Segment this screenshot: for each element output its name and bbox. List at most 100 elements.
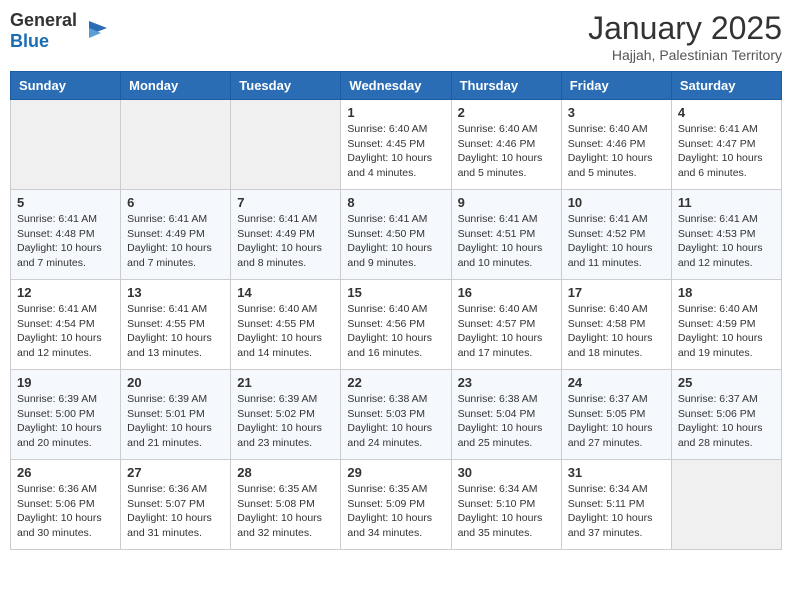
day-number: 12 [17, 285, 114, 300]
calendar-cell: 22 Sunrise: 6:38 AM Sunset: 5:03 PM Dayli… [341, 370, 451, 460]
calendar-cell: 14 Sunrise: 6:40 AM Sunset: 4:55 PM Dayli… [231, 280, 341, 370]
day-number: 30 [458, 465, 555, 480]
weekday-header-tuesday: Tuesday [231, 72, 341, 100]
day-info: Sunrise: 6:41 AM Sunset: 4:50 PM Dayligh… [347, 212, 444, 271]
day-info: Sunrise: 6:35 AM Sunset: 5:09 PM Dayligh… [347, 482, 444, 541]
calendar-cell: 11 Sunrise: 6:41 AM Sunset: 4:53 PM Dayli… [671, 190, 781, 280]
calendar-cell: 3 Sunrise: 6:40 AM Sunset: 4:46 PM Daylig… [561, 100, 671, 190]
calendar-cell: 7Sunrise: 6:41 AM Sunset: 4:49 PM Daylig… [231, 190, 341, 280]
calendar-cell: 29 Sunrise: 6:35 AM Sunset: 5:09 PM Dayli… [341, 460, 451, 550]
day-number: 6 [127, 195, 224, 210]
calendar-cell: 4 Sunrise: 6:41 AM Sunset: 4:47 PM Daylig… [671, 100, 781, 190]
day-info: Sunrise: 6:41 AM Sunset: 4:51 PM Dayligh… [458, 212, 555, 271]
calendar-cell: 6 Sunrise: 6:41 AM Sunset: 4:49 PM Daylig… [121, 190, 231, 280]
calendar-cell: 31 Sunrise: 6:34 AM Sunset: 5:11 PM Dayli… [561, 460, 671, 550]
calendar-cell: 17Sunrise: 6:40 AM Sunset: 4:58 PM Dayli… [561, 280, 671, 370]
day-number: 25 [678, 375, 775, 390]
day-info: Sunrise: 6:40 AM Sunset: 4:45 PM Dayligh… [347, 122, 444, 181]
calendar-cell: 25 Sunrise: 6:37 AM Sunset: 5:06 PM Dayli… [671, 370, 781, 460]
day-number: 21 [237, 375, 334, 390]
calendar-cell [671, 460, 781, 550]
day-number: 3 [568, 105, 665, 120]
calendar-cell: 18 Sunrise: 6:40 AM Sunset: 4:59 PM Dayli… [671, 280, 781, 370]
week-row-4: 19Sunrise: 6:39 AM Sunset: 5:00 PM Dayli… [11, 370, 782, 460]
day-number: 13 [127, 285, 224, 300]
calendar-cell: 19Sunrise: 6:39 AM Sunset: 5:00 PM Dayli… [11, 370, 121, 460]
weekday-header-friday: Friday [561, 72, 671, 100]
page-header: General Blue January 2025 Hajjah, Palest… [10, 10, 782, 63]
calendar-cell: 28Sunrise: 6:35 AM Sunset: 5:08 PM Dayli… [231, 460, 341, 550]
calendar-table: SundayMondayTuesdayWednesdayThursdayFrid… [10, 71, 782, 550]
calendar-cell: 30Sunrise: 6:34 AM Sunset: 5:10 PM Dayli… [451, 460, 561, 550]
day-info: Sunrise: 6:36 AM Sunset: 5:07 PM Dayligh… [127, 482, 224, 541]
day-info: Sunrise: 6:37 AM Sunset: 5:05 PM Dayligh… [568, 392, 665, 451]
calendar-cell: 12 Sunrise: 6:41 AM Sunset: 4:54 PM Dayli… [11, 280, 121, 370]
day-info: Sunrise: 6:40 AM Sunset: 4:46 PM Dayligh… [568, 122, 665, 181]
calendar-cell [121, 100, 231, 190]
title-area: January 2025 Hajjah, Palestinian Territo… [588, 10, 782, 63]
day-number: 18 [678, 285, 775, 300]
calendar-cell [11, 100, 121, 190]
day-number: 9 [458, 195, 555, 210]
calendar-cell: 20Sunrise: 6:39 AM Sunset: 5:01 PM Dayli… [121, 370, 231, 460]
day-number: 4 [678, 105, 775, 120]
day-info: Sunrise: 6:41 AM Sunset: 4:54 PM Dayligh… [17, 302, 114, 361]
day-number: 7 [237, 195, 334, 210]
day-info: Sunrise: 6:40 AM Sunset: 4:55 PM Dayligh… [237, 302, 334, 361]
logo-blue: Blue [10, 31, 49, 51]
day-info: Sunrise: 6:38 AM Sunset: 5:03 PM Dayligh… [347, 392, 444, 451]
calendar-cell: 10Sunrise: 6:41 AM Sunset: 4:52 PM Dayli… [561, 190, 671, 280]
day-info: Sunrise: 6:38 AM Sunset: 5:04 PM Dayligh… [458, 392, 555, 451]
day-info: Sunrise: 6:40 AM Sunset: 4:57 PM Dayligh… [458, 302, 555, 361]
day-info: Sunrise: 6:40 AM Sunset: 4:56 PM Dayligh… [347, 302, 444, 361]
day-info: Sunrise: 6:37 AM Sunset: 5:06 PM Dayligh… [678, 392, 775, 451]
calendar-cell: 2Sunrise: 6:40 AM Sunset: 4:46 PM Daylig… [451, 100, 561, 190]
week-row-5: 26Sunrise: 6:36 AM Sunset: 5:06 PM Dayli… [11, 460, 782, 550]
day-number: 23 [458, 375, 555, 390]
calendar-cell: 21Sunrise: 6:39 AM Sunset: 5:02 PM Dayli… [231, 370, 341, 460]
weekday-header-sunday: Sunday [11, 72, 121, 100]
day-number: 22 [347, 375, 444, 390]
day-number: 8 [347, 195, 444, 210]
day-info: Sunrise: 6:34 AM Sunset: 5:11 PM Dayligh… [568, 482, 665, 541]
day-info: Sunrise: 6:41 AM Sunset: 4:55 PM Dayligh… [127, 302, 224, 361]
day-info: Sunrise: 6:35 AM Sunset: 5:08 PM Dayligh… [237, 482, 334, 541]
weekday-header-thursday: Thursday [451, 72, 561, 100]
day-number: 31 [568, 465, 665, 480]
day-info: Sunrise: 6:36 AM Sunset: 5:06 PM Dayligh… [17, 482, 114, 541]
calendar-cell: 16 Sunrise: 6:40 AM Sunset: 4:57 PM Dayli… [451, 280, 561, 370]
day-number: 1 [347, 105, 444, 120]
day-info: Sunrise: 6:41 AM Sunset: 4:49 PM Dayligh… [127, 212, 224, 271]
calendar-cell: 24 Sunrise: 6:37 AM Sunset: 5:05 PM Dayli… [561, 370, 671, 460]
weekday-header-row: SundayMondayTuesdayWednesdayThursdayFrid… [11, 72, 782, 100]
day-number: 16 [458, 285, 555, 300]
week-row-3: 12 Sunrise: 6:41 AM Sunset: 4:54 PM Dayli… [11, 280, 782, 370]
day-number: 10 [568, 195, 665, 210]
weekday-header-wednesday: Wednesday [341, 72, 451, 100]
day-info: Sunrise: 6:40 AM Sunset: 4:59 PM Dayligh… [678, 302, 775, 361]
calendar-cell: 26Sunrise: 6:36 AM Sunset: 5:06 PM Dayli… [11, 460, 121, 550]
calendar-cell [231, 100, 341, 190]
calendar-cell: 1 Sunrise: 6:40 AM Sunset: 4:45 PM Daylig… [341, 100, 451, 190]
day-info: Sunrise: 6:41 AM Sunset: 4:47 PM Dayligh… [678, 122, 775, 181]
day-info: Sunrise: 6:39 AM Sunset: 5:01 PM Dayligh… [127, 392, 224, 451]
calendar-cell: 15Sunrise: 6:40 AM Sunset: 4:56 PM Dayli… [341, 280, 451, 370]
logo-icon [79, 16, 109, 46]
logo-general: General [10, 10, 77, 30]
day-info: Sunrise: 6:39 AM Sunset: 5:00 PM Dayligh… [17, 392, 114, 451]
day-number: 5 [17, 195, 114, 210]
day-number: 24 [568, 375, 665, 390]
logo-text: General Blue [10, 10, 77, 52]
weekday-header-monday: Monday [121, 72, 231, 100]
day-info: Sunrise: 6:41 AM Sunset: 4:53 PM Dayligh… [678, 212, 775, 271]
week-row-2: 5Sunrise: 6:41 AM Sunset: 4:48 PM Daylig… [11, 190, 782, 280]
calendar-cell: 23 Sunrise: 6:38 AM Sunset: 5:04 PM Dayli… [451, 370, 561, 460]
day-number: 17 [568, 285, 665, 300]
day-number: 14 [237, 285, 334, 300]
day-number: 11 [678, 195, 775, 210]
calendar-cell: 8 Sunrise: 6:41 AM Sunset: 4:50 PM Daylig… [341, 190, 451, 280]
month-title: January 2025 [588, 10, 782, 47]
day-info: Sunrise: 6:40 AM Sunset: 4:46 PM Dayligh… [458, 122, 555, 181]
day-number: 29 [347, 465, 444, 480]
location-subtitle: Hajjah, Palestinian Territory [588, 47, 782, 63]
